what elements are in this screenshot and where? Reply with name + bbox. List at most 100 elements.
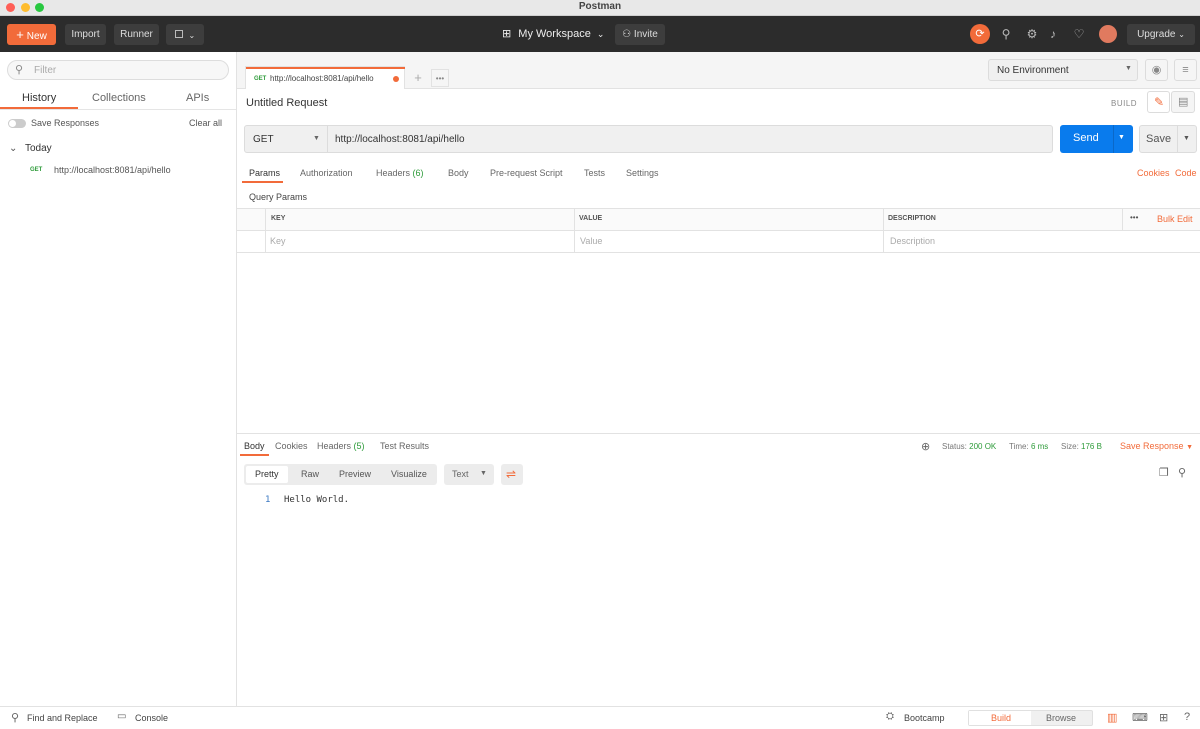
clear-all-button[interactable]: Clear all: [189, 118, 222, 128]
tab-apis[interactable]: APIs: [186, 92, 209, 104]
response-time: Time: 6 ms: [1009, 442, 1049, 451]
avatar[interactable]: [1099, 25, 1117, 43]
chevron-down-icon: ⌄: [596, 29, 605, 39]
add-tab-icon[interactable]: +: [409, 69, 427, 87]
view-mode-pretty[interactable]: Pretty: [255, 469, 279, 479]
find-and-replace-button[interactable]: Find and Replace: [27, 713, 98, 723]
bulk-edit-link[interactable]: Bulk Edit: [1157, 214, 1193, 224]
edit-mode-button[interactable]: ✎: [1147, 91, 1170, 113]
response-tab-body[interactable]: Body: [244, 441, 265, 451]
documentation-button[interactable]: ▤: [1171, 91, 1195, 113]
more-options-icon[interactable]: •••: [1130, 213, 1138, 222]
eye-icon[interactable]: ◉: [1145, 59, 1168, 81]
document-icon: ▤: [1178, 96, 1189, 108]
response-pane-divider[interactable]: [237, 433, 1200, 434]
tab-authorization[interactable]: Authorization: [300, 168, 353, 178]
grid-icon: ⊞: [502, 28, 512, 40]
copy-icon[interactable]: ❐: [1159, 466, 1169, 479]
wrap-lines-button[interactable]: ⇌: [501, 464, 523, 485]
caret-down-icon[interactable]: ▼: [1183, 135, 1190, 142]
save-response-button[interactable]: Save Response ▼: [1120, 441, 1193, 451]
description-input[interactable]: Description: [890, 236, 935, 246]
history-item[interactable]: GET http://localhost:8081/api/hello: [0, 162, 236, 178]
tab-history[interactable]: History: [22, 92, 56, 104]
wrap-icon: ⇌: [506, 467, 517, 481]
bell-icon[interactable]: ♪: [1045, 26, 1061, 42]
browse-mode-button[interactable]: Browse: [1046, 713, 1076, 723]
code-link[interactable]: Code: [1175, 168, 1197, 178]
divider: [237, 252, 1200, 253]
request-tab[interactable]: GET http://localhost:8081/api/hello: [245, 66, 405, 89]
keyboard-icon[interactable]: ⌨: [1132, 711, 1148, 724]
import-button[interactable]: Import: [65, 24, 106, 45]
tab-settings[interactable]: Settings: [626, 168, 659, 178]
mode-toggle: Build Browse: [968, 710, 1093, 726]
pencil-icon: ✎: [1154, 95, 1165, 109]
unsaved-dot-icon[interactable]: [393, 76, 399, 82]
tab-headers[interactable]: Headers (6): [376, 168, 424, 178]
chevron-down-icon: ⌄: [1178, 30, 1185, 39]
bootcamp-icon: ⛭: [886, 711, 894, 722]
settings-icon[interactable]: ⚙: [1024, 26, 1040, 42]
response-body-line[interactable]: Hello World.: [284, 495, 349, 505]
column-divider: [883, 209, 884, 252]
response-tab-test-results[interactable]: Test Results: [380, 441, 429, 451]
url-input[interactable]: http://localhost:8081/api/hello: [327, 125, 1053, 153]
console-button[interactable]: Console: [135, 713, 168, 723]
help-icon[interactable]: ?: [1184, 711, 1190, 723]
workspace-switcher[interactable]: ⊞ My Workspace ⌄: [502, 26, 604, 42]
view-mode-visualize[interactable]: Visualize: [391, 469, 427, 479]
tab-prerequest-script[interactable]: Pre-request Script: [490, 168, 563, 178]
column-header-description: DESCRIPTION: [888, 215, 936, 222]
tab-params[interactable]: Params: [249, 168, 280, 178]
bootcamp-button[interactable]: Bootcamp: [904, 713, 945, 723]
value-input[interactable]: Value: [580, 236, 602, 246]
column-divider: [574, 209, 575, 252]
save-button[interactable]: Save ▼: [1139, 125, 1197, 153]
new-window-button[interactable]: ⌄: [166, 24, 204, 45]
invite-button[interactable]: ⚇ Invite: [615, 24, 665, 45]
filter-input[interactable]: ⚲ Filter: [7, 60, 229, 80]
search-icon: ⚲: [15, 64, 24, 76]
app-header: + New Import Runner ⌄ ⊞ My Workspace ⌄ ⚇ …: [0, 16, 1200, 52]
search-icon[interactable]: ⚲: [1178, 466, 1186, 479]
new-button[interactable]: + New: [7, 24, 56, 45]
tab-collections[interactable]: Collections: [92, 92, 146, 104]
save-responses-label: Save Responses: [31, 118, 100, 128]
status-bar: ⚲ Find and Replace ▭ Console ⛭ Bootcamp …: [0, 706, 1200, 729]
tab-tests[interactable]: Tests: [584, 168, 605, 178]
view-mode-group: Pretty Raw Preview Visualize: [244, 464, 437, 485]
divider: [1113, 125, 1114, 153]
tab-body[interactable]: Body: [448, 168, 469, 178]
more-tabs-icon[interactable]: •••: [431, 69, 449, 87]
view-mode-preview[interactable]: Preview: [339, 469, 371, 479]
environment-select[interactable]: No Environment ▼: [988, 59, 1138, 81]
globe-icon[interactable]: ⊕: [921, 440, 930, 453]
heart-icon[interactable]: ♡: [1071, 26, 1087, 42]
view-mode-raw[interactable]: Raw: [301, 469, 319, 479]
sidebar: ⚲ Filter History Collections APIs Save R…: [0, 52, 237, 706]
sliders-icon[interactable]: ≡: [1174, 59, 1197, 81]
response-status: Status: 200 OK: [942, 442, 997, 451]
sync-icon[interactable]: ⟳: [970, 24, 990, 44]
satellite-icon[interactable]: ⚲: [998, 26, 1014, 42]
save-responses-toggle[interactable]: [8, 119, 26, 128]
history-group-today[interactable]: Today: [25, 143, 52, 154]
response-tab-headers[interactable]: Headers (5): [317, 441, 365, 451]
key-input[interactable]: Key: [270, 236, 286, 246]
method-select[interactable]: GET ▼: [244, 125, 328, 153]
runner-button[interactable]: Runner: [114, 24, 159, 45]
layout-icon[interactable]: ⊞: [1159, 711, 1168, 724]
toggle-knob: [9, 120, 16, 127]
build-mode-button[interactable]: Build: [991, 713, 1011, 723]
response-tab-cookies[interactable]: Cookies: [275, 441, 308, 451]
two-pane-icon[interactable]: ▥: [1107, 711, 1117, 724]
cookies-link[interactable]: Cookies: [1137, 168, 1170, 178]
format-select[interactable]: Text ▼: [444, 464, 494, 485]
request-name[interactable]: Untitled Request: [246, 97, 327, 109]
send-button[interactable]: Send ▼: [1060, 125, 1133, 153]
chevron-down-icon[interactable]: ⌄: [9, 143, 17, 154]
caret-down-icon[interactable]: ▼: [1118, 134, 1125, 141]
column-header-value: VALUE: [579, 215, 603, 222]
upgrade-button[interactable]: Upgrade ⌄: [1127, 24, 1195, 45]
